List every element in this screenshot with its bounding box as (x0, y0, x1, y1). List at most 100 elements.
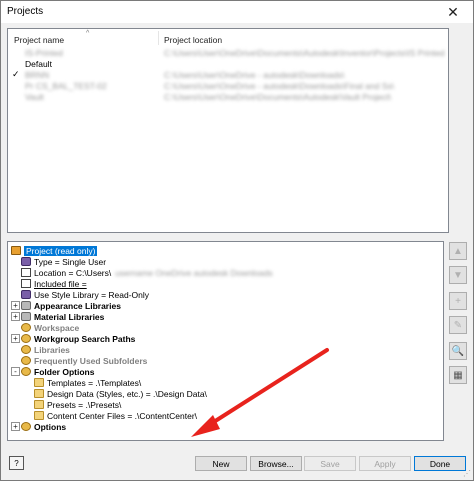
pencil-icon: ✎ (453, 319, 463, 331)
done-button[interactable]: Done (414, 456, 466, 471)
browse-button[interactable]: Browse... (250, 456, 302, 471)
tree-item-workspace[interactable]: Workspace (21, 322, 79, 333)
resize-grip-icon[interactable]: ⋰ (463, 469, 471, 478)
tree-item-project-root[interactable]: Project (read only) (11, 245, 98, 256)
tree-label: Workgroup Search Paths (34, 333, 136, 344)
project-row[interactable]: IS-Printed C:\Users\User\OneDrive\Documen… (8, 48, 448, 59)
folder-icon (34, 411, 44, 420)
tree-item-included-file[interactable]: Included file = (21, 278, 87, 289)
expand-icon[interactable]: + (11, 301, 20, 310)
search-icon: 🔍 (451, 345, 465, 357)
project-name: Default (25, 59, 52, 69)
subfolders-icon (21, 356, 31, 365)
tree-item-content-center-files[interactable]: Content Center Files = .\ContentCenter\ (34, 410, 197, 421)
projects-window: Projects ✕ Project name ^ Project locati… (0, 0, 474, 481)
plus-icon: + (455, 295, 461, 307)
arrow-down-icon: ▼ (453, 269, 463, 281)
tree-label: Design Data (Styles, etc.) = .\Design Da… (47, 388, 207, 399)
tree-label: Appearance Libraries (34, 300, 121, 311)
workspace-icon (21, 323, 31, 332)
tree-label: Project (read only) (24, 245, 98, 256)
tree-item-type[interactable]: Type = Single User (21, 256, 106, 267)
collapse-icon[interactable]: - (11, 367, 20, 376)
expand-icon[interactable]: + (11, 334, 20, 343)
project-location: C:\Users\User\OneDrive - autodesk\Downlo… (164, 81, 395, 91)
window-title: Projects (7, 6, 44, 17)
tree-item-libraries[interactable]: Libraries (21, 344, 70, 355)
project-row[interactable]: Pr CS_BAL_TEST-02 C:\Users\User\OneDrive … (8, 81, 448, 92)
column-divider[interactable] (158, 31, 159, 45)
workgroup-icon (21, 334, 31, 343)
libraries-icon (21, 345, 31, 354)
tree-label: Frequently Used Subfolders (34, 355, 148, 366)
projects-list[interactable]: Project name ^ Project location IS-Print… (7, 28, 449, 233)
tree-label: Presets = .\Presets\ (47, 399, 122, 410)
add-path-button[interactable]: + (449, 292, 467, 310)
tree-label: Content Center Files = .\ContentCenter\ (47, 410, 198, 421)
project-location: C:\Users\User\OneDrive - autodesk\Downlo… (164, 70, 345, 80)
title-bar: Projects ✕ (1, 1, 473, 23)
tree-item-appearance-libraries[interactable]: Appearance Libraries (21, 300, 121, 311)
file-icon (21, 279, 31, 288)
redacted-path: username OneDrive autodesk Downloads (115, 267, 273, 278)
folder-options-icon (21, 367, 31, 376)
column-header-project-location[interactable]: Project location (164, 35, 222, 45)
tree-label: Use Style Library = Read-Only (34, 289, 150, 300)
tree-item-presets[interactable]: Presets = .\Presets\ (34, 399, 121, 410)
tree-label: Included file = (34, 278, 87, 289)
apply-button[interactable]: Apply (359, 456, 411, 471)
list-header: Project name ^ Project location (8, 29, 448, 46)
tree-label: Options (34, 421, 67, 432)
project-row[interactable]: ✓ BRNN C:\Users\User\OneDrive - autodesk\D… (8, 69, 448, 81)
new-button[interactable]: New (195, 456, 247, 471)
options-icon (21, 422, 31, 431)
project-name: IS-Printed (25, 48, 63, 58)
style-library-icon (21, 290, 31, 299)
help-button[interactable]: ? (9, 456, 24, 470)
tree-item-folder-options[interactable]: Folder Options (21, 366, 94, 377)
tree-item-workgroup-search-paths[interactable]: Workgroup Search Paths (21, 333, 135, 344)
tree-label: Type = Single User (34, 256, 107, 267)
tree-label: Workspace (34, 322, 80, 333)
sort-ascending-icon: ^ (86, 30, 90, 37)
active-check-icon: ✓ (12, 69, 20, 79)
find-button[interactable]: 🔍 (449, 342, 467, 360)
move-down-button[interactable]: ▼ (449, 266, 467, 284)
column-header-project-name[interactable]: Project name (14, 35, 64, 45)
project-name: Vault (25, 92, 44, 102)
close-icon[interactable]: ✕ (433, 1, 473, 23)
tree-label: Libraries (34, 344, 70, 355)
tree-item-templates[interactable]: Templates = .\Templates\ (34, 377, 141, 388)
appearance-library-icon (21, 301, 31, 310)
arrow-up-icon: ▲ (453, 245, 463, 257)
tree-label: Material Libraries (34, 311, 105, 322)
location-icon (21, 268, 31, 277)
folder-icon (34, 389, 44, 398)
project-icon (11, 246, 21, 255)
save-path-button[interactable]: ▦ (449, 366, 467, 384)
tree-item-location[interactable]: Location = C:\Users\ username OneDrive a… (21, 267, 273, 278)
folder-icon (34, 378, 44, 387)
folder-icon (34, 400, 44, 409)
move-up-button[interactable]: ▲ (449, 242, 467, 260)
expand-icon[interactable]: + (11, 312, 20, 321)
expand-icon[interactable]: + (11, 422, 20, 431)
save-button[interactable]: Save (304, 456, 356, 471)
tree-label: Templates = .\Templates\ (47, 377, 142, 388)
edit-button[interactable]: ✎ (449, 316, 467, 334)
project-row[interactable]: Default (8, 59, 448, 70)
material-library-icon (21, 312, 31, 321)
tree-item-style-library[interactable]: Use Style Library = Read-Only (21, 289, 149, 300)
tree-item-material-libraries[interactable]: Material Libraries (21, 311, 104, 322)
tree-label: Location = C:\Users\ (34, 267, 112, 278)
tree-item-design-data[interactable]: Design Data (Styles, etc.) = .\Design Da… (34, 388, 207, 399)
project-location: C:\Users\User\OneDrive\Documents\Autodes… (164, 48, 445, 58)
help-icon: ? (14, 458, 19, 468)
users-icon (21, 257, 31, 266)
project-name: Pr CS_BAL_TEST-02 (25, 81, 107, 91)
project-row[interactable]: Vault C:\Users\User\OneDrive\Documents\Au… (8, 92, 448, 103)
grid-icon: ▦ (453, 369, 463, 381)
tree-item-options[interactable]: Options (21, 421, 66, 432)
tree-item-frequently-used-subfolders[interactable]: Frequently Used Subfolders (21, 355, 147, 366)
project-settings-tree[interactable]: Project (read only) Type = Single User L… (7, 241, 444, 441)
